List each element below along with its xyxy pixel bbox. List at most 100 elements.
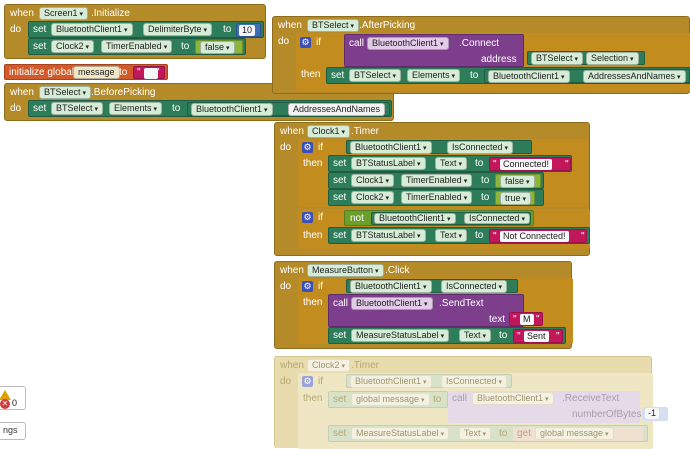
gear-icon[interactable]: ⚙ <box>302 376 313 387</box>
not-block[interactable]: not BluetoothClient1 ▾ IsConnected ▾ <box>344 210 534 226</box>
gear-icon[interactable]: ⚙ <box>302 212 313 223</box>
component-dropdown[interactable]: BTStatusLabel ▾ <box>351 229 426 242</box>
boolean-dropdown[interactable]: false ▾ <box>500 175 535 188</box>
component-dropdown[interactable]: Clock2 ▾ <box>351 191 395 204</box>
string-block[interactable]: " M " <box>509 312 543 326</box>
set-text-block[interactable]: set BTStatusLabel ▾ Text ▾ to " Connected!… <box>328 155 572 172</box>
component-dropdown[interactable]: Screen1 ▾ <box>39 7 89 20</box>
component-dropdown[interactable]: BTSelect ▾ <box>531 52 584 65</box>
string-block[interactable]: " Not Connected! " <box>489 229 587 243</box>
variable-dropdown[interactable]: global message ▾ <box>351 393 430 406</box>
property-dropdown[interactable]: IsConnected ▾ <box>447 141 514 154</box>
component-dropdown[interactable]: MeasureStatusLabel ▾ <box>351 427 450 440</box>
property-dropdown[interactable]: IsConnected ▾ <box>464 213 531 224</box>
call-sendtext-block[interactable]: call BluetoothClient1 ▾ .SendText text " … <box>328 294 543 327</box>
boolean-dropdown[interactable]: true ▾ <box>500 192 532 205</box>
component-dropdown[interactable]: Clock2 ▾ <box>307 359 351 372</box>
component-property-getter[interactable]: BluetoothClient1 ▾ AddressesAndNames ▾ <box>484 69 690 83</box>
set-timerenabled-block[interactable]: set Clock2 ▾ TimerEnabled ▾ to true ▾ <box>328 189 544 206</box>
gear-icon[interactable]: ⚙ <box>302 142 313 153</box>
boolean-block[interactable]: false ▾ <box>495 174 541 188</box>
property-dropdown[interactable]: DelimiterByte ▾ <box>143 23 213 36</box>
property-dropdown[interactable]: Selection ▾ <box>586 52 639 65</box>
component-dropdown[interactable]: BluetoothClient1 ▾ <box>51 23 133 36</box>
errors-indicator[interactable]: ✕ 0 <box>0 398 24 412</box>
property-dropdown[interactable]: Text ▾ <box>435 229 468 242</box>
component-dropdown[interactable]: MeasureButton ▾ <box>307 264 384 277</box>
call-receivetext-block[interactable]: call BluetoothClient1 ▾ .ReceiveText numb… <box>448 391 641 423</box>
property-dropdown[interactable]: Text ▾ <box>435 157 468 170</box>
show-warnings-button[interactable]: ngs <box>0 422 26 440</box>
component-dropdown[interactable]: BTSelect ▾ <box>39 86 92 99</box>
string-block[interactable]: " " <box>133 66 165 79</box>
property-dropdown[interactable]: Text ▾ <box>459 427 492 440</box>
component-dropdown[interactable]: Clock1 ▾ <box>351 174 395 187</box>
property-dropdown[interactable]: Elements ▾ <box>407 69 461 82</box>
set-timerenabled-block[interactable]: set Clock1 ▾ TimerEnabled ▾ to false ▾ <box>328 172 544 189</box>
if-block[interactable]: ⚙ if then BluetoothClient1 ▾ IsConnected ▾… <box>298 373 668 449</box>
set-timerenabled-block[interactable]: set Clock2 ▾ TimerEnabled ▾ to false ▾ <box>28 38 246 55</box>
set-text-block[interactable]: set MeasureStatusLabel ▾ Text ▾ to " Sent … <box>328 327 566 344</box>
component-dropdown[interactable]: BTSelect ▾ <box>349 69 402 82</box>
boolean-block[interactable]: false ▾ <box>195 40 243 54</box>
number-block[interactable]: -1 <box>642 407 668 421</box>
clock2-timer-event[interactable]: when Clock2 ▾ .Timer do ⚙ if then Bluetoo… <box>274 356 668 449</box>
boolean-dropdown[interactable]: false ▾ <box>200 41 235 54</box>
component-property-getter[interactable]: BluetoothClient1 ▾ IsConnected ▾ <box>346 140 532 154</box>
property-dropdown[interactable]: IsConnected ▾ <box>441 280 508 293</box>
component-dropdown[interactable]: BTSelect ▾ <box>307 19 360 32</box>
measurebutton-click-event[interactable]: when MeasureButton ▾ .Click do ⚙ if then … <box>274 261 573 349</box>
property-dropdown[interactable]: Elements ▾ <box>109 102 163 115</box>
property-dropdown[interactable]: Text ▾ <box>459 329 492 342</box>
set-elements-block[interactable]: set BTSelect ▾ Elements ▾ to BluetoothClie… <box>326 67 690 84</box>
if-block[interactable]: ⚙ if then BluetoothClient1 ▾ IsConnected ▾… <box>298 139 588 207</box>
variable-dropdown[interactable]: global message ▾ <box>535 427 614 440</box>
property-dropdown[interactable]: AddressesAndNames ▾ <box>583 70 686 83</box>
component-dropdown[interactable]: BluetoothClient1 ▾ <box>350 141 432 154</box>
if-block[interactable]: ⚙ if then BluetoothClient1 ▾ IsConnected ▾… <box>298 278 573 344</box>
boolean-block[interactable]: true ▾ <box>495 191 535 205</box>
component-property-getter[interactable]: BTSelect ▾ Selection ▾ <box>527 51 645 65</box>
btselect-afterpicking-event[interactable]: when BTSelect ▾ .AfterPicking do ⚙ if the… <box>272 16 690 94</box>
property-dropdown[interactable]: AddressesAndNames <box>288 103 386 116</box>
set-text-block[interactable]: set MeasureStatusLabel ▾ Text ▾ to get glo… <box>328 425 648 442</box>
component-dropdown[interactable]: BTSelect ▾ <box>51 102 104 115</box>
string-value[interactable]: M <box>520 314 534 325</box>
set-delimiter-block[interactable]: set BluetoothClient1 ▾ DelimiterByte ▾ to … <box>28 21 264 38</box>
string-block[interactable]: " Connected! " <box>489 157 571 171</box>
component-dropdown[interactable]: BluetoothClient1 ▾ <box>350 375 432 388</box>
component-dropdown[interactable]: Clock2 ▾ <box>51 40 95 53</box>
component-dropdown[interactable]: BluetoothClient1 ▾ <box>351 297 433 310</box>
variable-name-field[interactable]: message <box>73 66 120 79</box>
component-property-getter[interactable]: BluetoothClient1 ▾ IsConnected ▾ <box>371 212 531 225</box>
property-dropdown[interactable]: TimerEnabled ▾ <box>401 174 473 187</box>
component-dropdown[interactable]: BluetoothClient1 ▾ <box>191 103 273 116</box>
component-dropdown[interactable]: Clock1 ▾ <box>307 125 351 138</box>
number-value[interactable]: 10 <box>239 25 256 36</box>
property-dropdown[interactable]: TimerEnabled ▾ <box>101 40 173 53</box>
component-dropdown[interactable]: BluetoothClient1 ▾ <box>472 392 554 405</box>
component-dropdown[interactable]: MeasureStatusLabel ▾ <box>351 329 450 342</box>
set-elements-block[interactable]: set BTSelect ▾ Elements ▾ to BluetoothClie… <box>28 100 392 117</box>
component-dropdown[interactable]: BluetoothClient1 ▾ <box>374 213 456 224</box>
clock1-timer-event[interactable]: when Clock1 ▾ .Timer do ⚙ if then Bluetoo… <box>274 122 590 256</box>
string-value[interactable]: Sent <box>524 331 549 342</box>
number-block[interactable]: 10 <box>236 23 261 37</box>
string-value[interactable]: Connected! <box>500 159 553 170</box>
component-dropdown[interactable]: BluetoothClient1 ▾ <box>367 37 449 50</box>
component-dropdown[interactable]: BluetoothClient1 ▾ <box>350 280 432 293</box>
component-dropdown[interactable]: BluetoothClient1 ▾ <box>488 70 570 83</box>
string-block[interactable]: " Sent " <box>513 329 563 343</box>
component-property-getter[interactable]: BluetoothClient1 ▾ IsConnected ▾ <box>346 374 512 388</box>
screen1-initialize-event[interactable]: when Screen1 ▾ .Initialize do set Bluetoo… <box>4 4 266 59</box>
set-text-block[interactable]: set BTStatusLabel ▾ Text ▾ to " Not Connec… <box>328 227 590 244</box>
string-value[interactable]: Not Connected! <box>500 231 569 242</box>
gear-icon[interactable]: ⚙ <box>300 37 311 48</box>
component-dropdown[interactable]: BTStatusLabel ▾ <box>351 157 426 170</box>
gear-icon[interactable]: ⚙ <box>302 281 313 292</box>
component-property-getter[interactable]: BluetoothClient1 ▾ AddressesAndNames <box>187 102 390 116</box>
call-connect-block[interactable]: call BluetoothClient1 ▾ .Connect address <box>344 34 524 67</box>
set-global-block[interactable]: set global message ▾ to <box>328 391 448 408</box>
initialize-global-block[interactable]: initialize global message to " " <box>4 64 168 80</box>
component-property-getter[interactable]: BluetoothClient1 ▾ IsConnected ▾ <box>346 279 518 293</box>
